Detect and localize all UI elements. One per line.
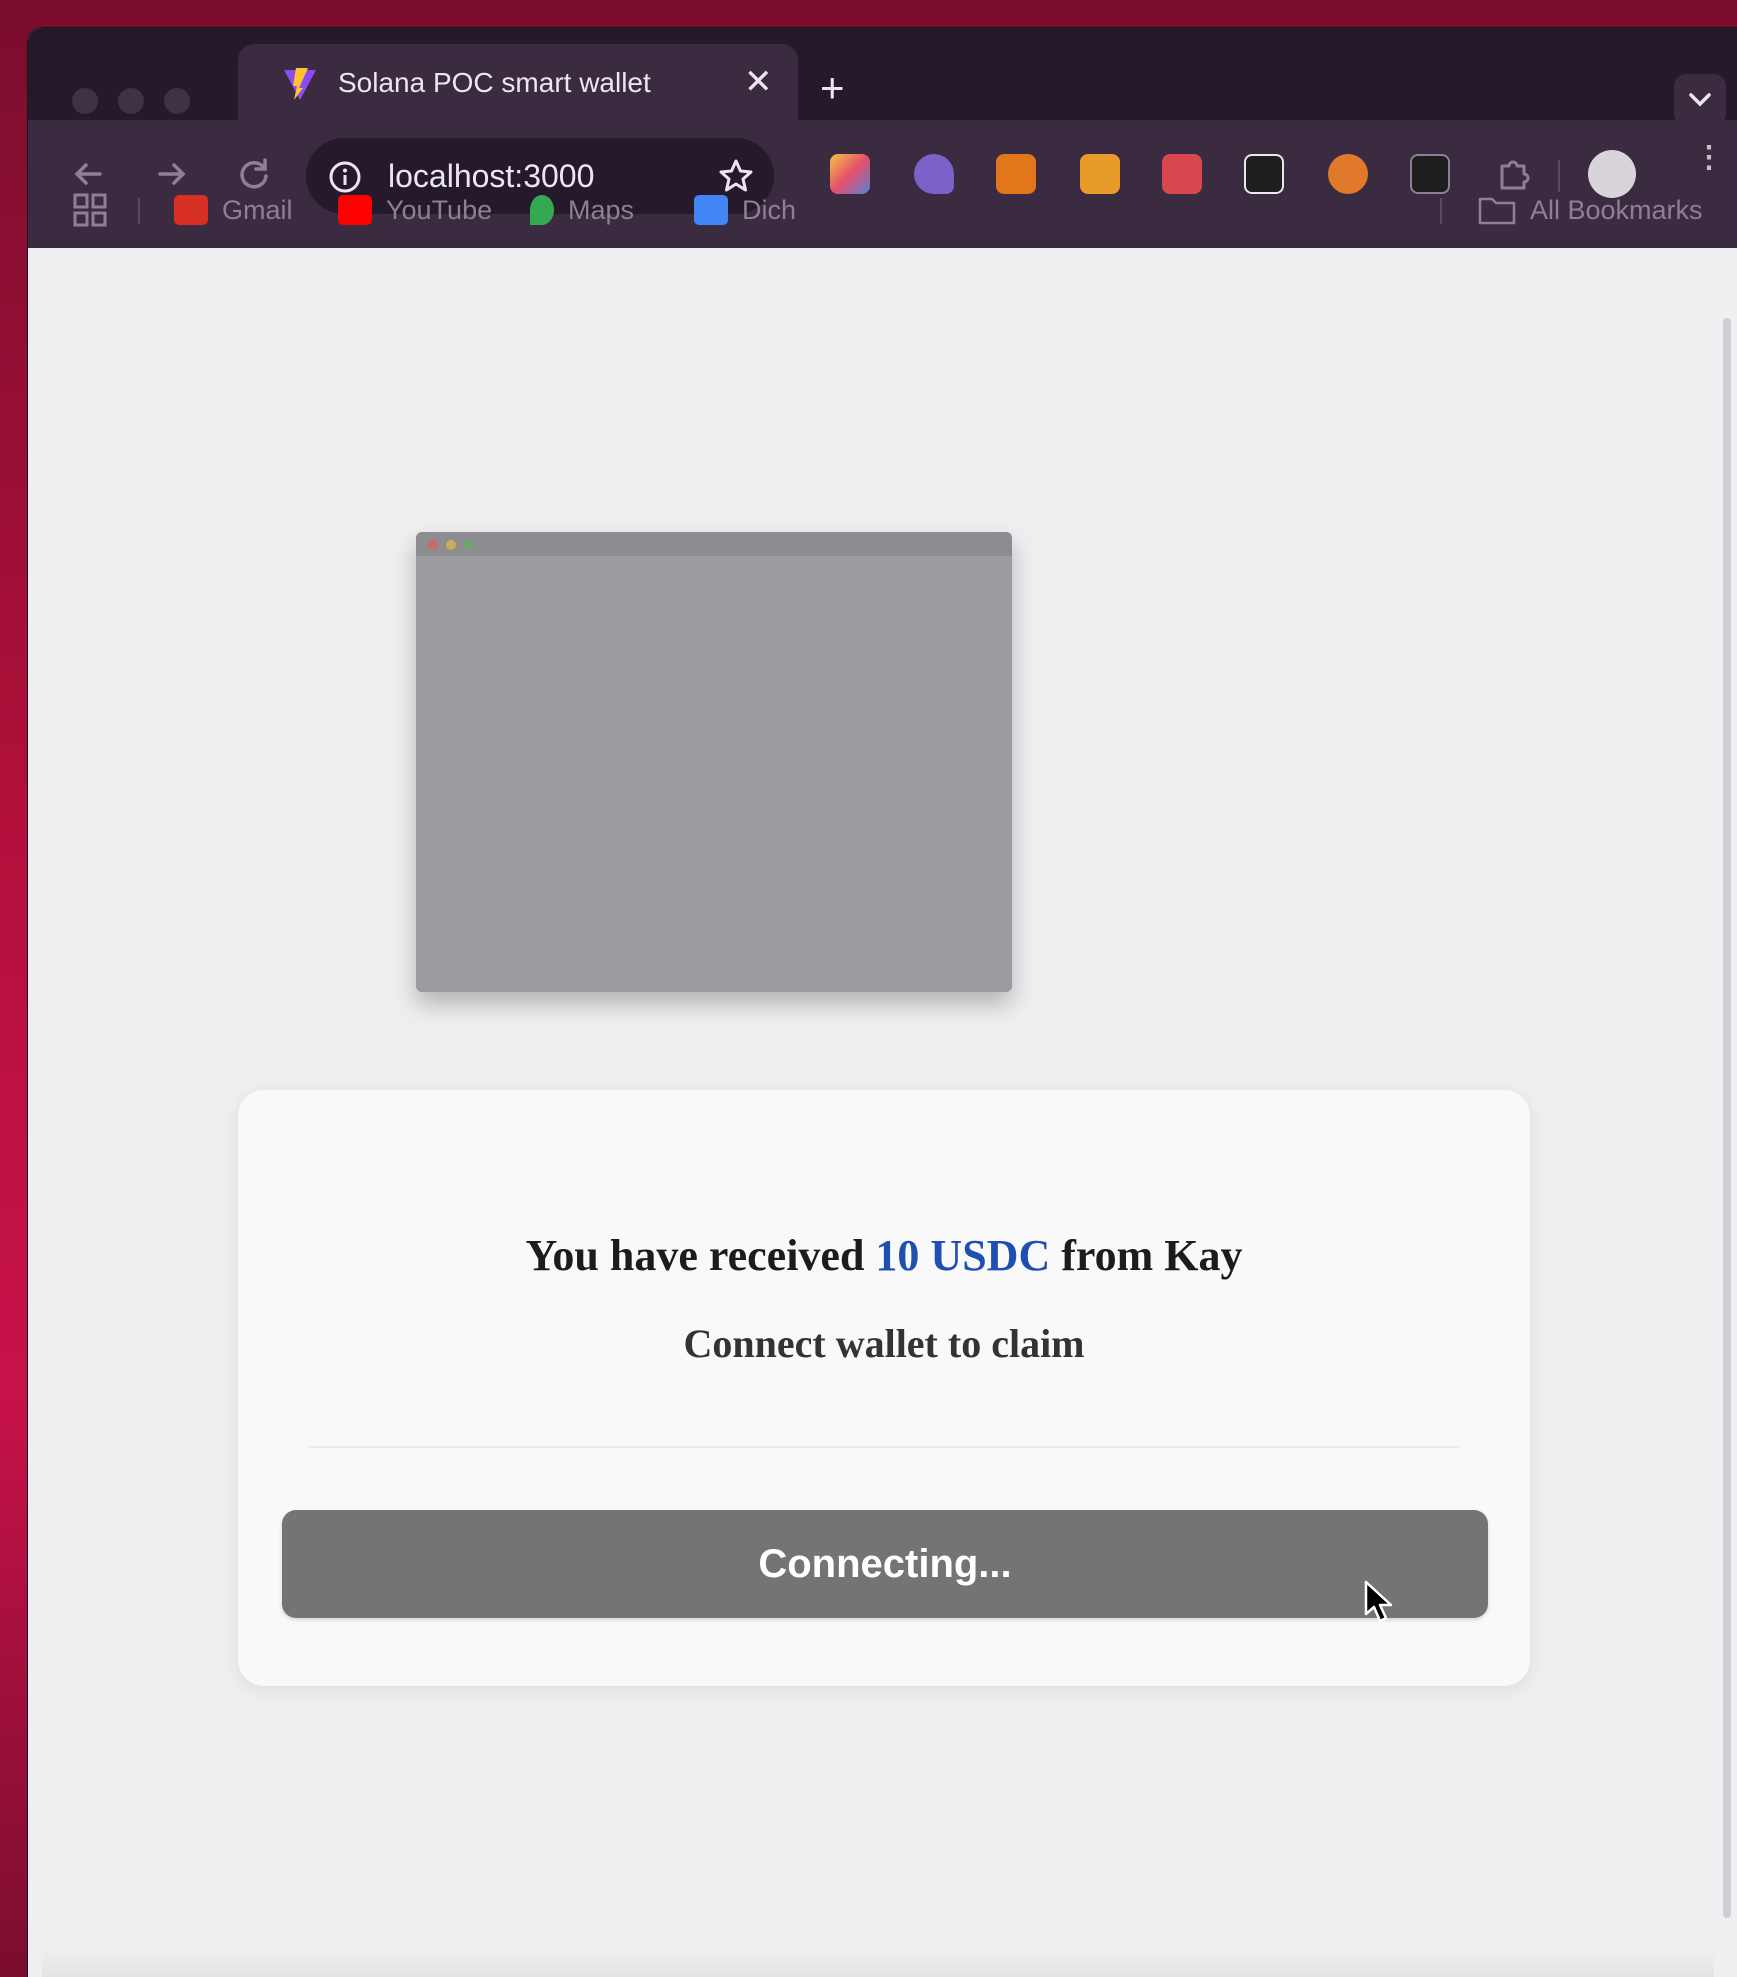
bookmark-label: Maps — [568, 194, 635, 225]
translate-icon — [694, 195, 728, 225]
feather-extension-icon[interactable] — [914, 154, 954, 194]
chevron-down-icon — [1689, 93, 1711, 107]
apps-grid-icon[interactable] — [72, 188, 108, 232]
square-extension-icon[interactable] — [1080, 154, 1120, 194]
p-extension-icon[interactable] — [1162, 154, 1202, 194]
claim-card: You have received 10 USDC from Kay Conne… — [238, 1090, 1530, 1686]
vite-favicon-icon — [284, 68, 316, 100]
bookmark-label: Dich — [742, 194, 797, 225]
received-headline: You have received 10 USDC from Kay — [238, 1230, 1530, 1281]
bookmark-gmail[interactable]: Gmail — [174, 188, 293, 232]
bookmark-label: YouTube — [386, 194, 493, 225]
coin-extension-icon[interactable] — [1328, 154, 1368, 194]
card-divider — [308, 1446, 1460, 1448]
maps-pin-icon — [530, 195, 554, 225]
bookmark-youtube[interactable]: YouTube — [338, 188, 492, 232]
all-bookmarks[interactable]: All Bookmarks — [1478, 188, 1703, 232]
bookmark-label: Gmail — [222, 194, 293, 225]
bookmark-divider — [1440, 198, 1442, 224]
close-window-button[interactable] — [72, 88, 98, 114]
bookmark-dich[interactable]: Dich — [694, 188, 796, 232]
tab-close-icon[interactable]: ✕ — [744, 62, 773, 102]
popup-titlebar — [416, 532, 1012, 556]
headline-prefix: You have received — [525, 1231, 865, 1280]
tab-title: Solana POC smart wallet — [338, 67, 651, 98]
maximize-window-button[interactable] — [164, 88, 190, 114]
s-extension-icon[interactable] — [1410, 154, 1450, 194]
folder-icon — [1478, 197, 1516, 225]
tab-strip: Solana POC smart wallet ✕ + — [28, 28, 1737, 126]
browser-window: Solana POC smart wallet ✕ + localhost:30… — [28, 28, 1737, 1977]
page-bottom-edge — [42, 1950, 1714, 1977]
rainbow-extension-icon[interactable] — [830, 154, 870, 194]
bookmark-maps[interactable]: Maps — [530, 188, 634, 232]
bookmark-divider — [138, 198, 140, 224]
window-controls — [72, 88, 190, 114]
new-tab-button[interactable]: + — [820, 67, 845, 109]
kebab-menu-icon[interactable]: ⋮ — [1694, 143, 1724, 173]
tab-active[interactable]: Solana POC smart wallet ✕ — [238, 44, 798, 120]
headline-suffix: from Kay — [1061, 1231, 1243, 1280]
minimize-window-button[interactable] — [118, 88, 144, 114]
youtube-icon — [338, 195, 372, 225]
page-viewport: You have received 10 USDC from Kay Conne… — [42, 250, 1714, 1977]
wallet-popup-window[interactable] — [416, 532, 1012, 992]
fox-extension-icon[interactable] — [996, 154, 1036, 194]
tab-search-button[interactable] — [1674, 74, 1726, 126]
grid-extension-icon[interactable] — [1244, 154, 1284, 194]
connect-wallet-button[interactable]: Connecting... — [282, 1510, 1488, 1618]
connect-instruction: Connect wallet to claim — [683, 1321, 1085, 1366]
page-scrollbar[interactable] — [1723, 318, 1731, 1918]
mouse-cursor-icon — [1364, 1580, 1393, 1623]
gmail-icon — [174, 195, 208, 225]
all-bookmarks-label: All Bookmarks — [1530, 194, 1703, 225]
apps-icon — [73, 193, 107, 227]
popup-window-controls — [428, 540, 474, 550]
received-amount: 10 USDC — [875, 1231, 1051, 1280]
